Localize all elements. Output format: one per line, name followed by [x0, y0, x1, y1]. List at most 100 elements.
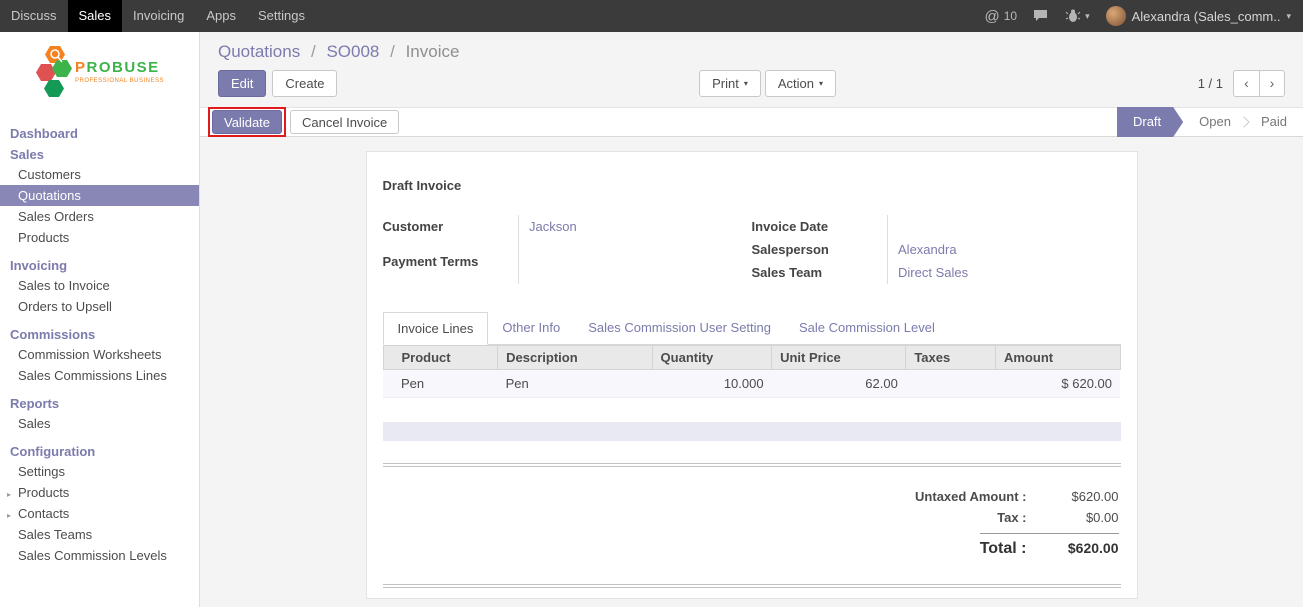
- topmenu-invoicing[interactable]: Invoicing: [122, 0, 195, 32]
- caret-right-icon: ▸: [7, 508, 11, 523]
- sidebar-section-dashboard[interactable]: Dashboard: [0, 122, 199, 143]
- sidebar-item-products-config[interactable]: ▸Products: [0, 482, 199, 503]
- logo-subtitle: PROFESSIONAL BUSINESS: [75, 78, 164, 84]
- chevron-right-icon: ›: [1270, 75, 1275, 91]
- sidebar-item-sales-to-invoice[interactable]: Sales to Invoice: [0, 275, 199, 296]
- logo-text: PROBUSE PROFESSIONAL BUSINESS: [75, 60, 164, 84]
- cell-description: Pen: [498, 370, 652, 398]
- breadcrumb-so008[interactable]: SO008: [326, 42, 379, 61]
- validate-button[interactable]: Validate: [212, 110, 282, 134]
- sidebar-section-sales[interactable]: Sales: [0, 143, 199, 164]
- stage-paid[interactable]: Paid: [1245, 107, 1303, 137]
- invoice-lines-table: Product Description Quantity Unit Price …: [383, 345, 1121, 398]
- sidebar-item-sales-orders[interactable]: Sales Orders: [0, 206, 199, 227]
- doc-title: Draft Invoice: [383, 178, 1121, 193]
- caret-down-icon: ▾: [819, 79, 823, 88]
- cell-unit-price: 62.00: [772, 370, 906, 398]
- create-button[interactable]: Create: [272, 70, 337, 97]
- col-description[interactable]: Description: [498, 346, 652, 370]
- total-row: Total : $620.00: [980, 533, 1119, 558]
- print-dropdown[interactable]: Print▾: [699, 70, 761, 97]
- tab-sale-commission-level[interactable]: Sale Commission Level: [785, 312, 949, 344]
- pager-buttons: ‹ ›: [1233, 70, 1285, 97]
- main-content: Quotations / SO008 / Invoice Edit Create…: [200, 32, 1303, 607]
- caret-down-icon: ▾: [1286, 11, 1291, 22]
- breadcrumb-quotations[interactable]: Quotations: [218, 42, 300, 61]
- cell-amount: $ 620.00: [995, 370, 1120, 398]
- customer-label: Customer: [383, 215, 519, 250]
- tab-sales-commission-user-setting[interactable]: Sales Commission User Setting: [574, 312, 785, 344]
- invoice-line-row[interactable]: Pen Pen 10.000 62.00 $ 620.00: [383, 370, 1120, 398]
- avatar: [1106, 6, 1126, 26]
- sidebar-item-settings[interactable]: Settings: [0, 461, 199, 482]
- topmenu-sales[interactable]: Sales: [68, 0, 123, 32]
- sidebar-item-orders-to-upsell[interactable]: Orders to Upsell: [0, 296, 199, 317]
- logo-title: PROBUSE: [75, 60, 164, 75]
- sidebar-item-customers[interactable]: Customers: [0, 164, 199, 185]
- topbar: Discuss Sales Invoicing Apps Settings @ …: [0, 0, 1303, 32]
- tab-other-info[interactable]: Other Info: [488, 312, 574, 344]
- total-value: $620.00: [1027, 540, 1119, 556]
- pager-prev-button[interactable]: ‹: [1233, 70, 1259, 97]
- empty-row-stripe: [383, 422, 1121, 441]
- messages-systray[interactable]: [1033, 9, 1049, 23]
- sidebar-section-configuration[interactable]: Configuration: [0, 440, 199, 461]
- action-label: Action: [778, 76, 814, 91]
- sidebar-section-invoicing[interactable]: Invoicing: [0, 254, 199, 275]
- top-menu: Discuss Sales Invoicing Apps Settings: [0, 0, 316, 32]
- notebook-tabs: Invoice Lines Other Info Sales Commissio…: [383, 312, 1121, 345]
- mentions-systray[interactable]: @ 10: [985, 9, 1018, 24]
- control-panel: Edit Create Print▾ Action ▾ 1 / 1 ‹ ›: [218, 70, 1285, 97]
- topmenu-apps[interactable]: Apps: [195, 0, 247, 32]
- col-taxes[interactable]: Taxes: [906, 346, 996, 370]
- sidebar-item-sales-teams[interactable]: Sales Teams: [0, 524, 199, 545]
- debug-systray[interactable]: ▾: [1065, 9, 1090, 23]
- stage-draft[interactable]: Draft: [1117, 107, 1183, 137]
- sidebar-item-sales-report[interactable]: Sales: [0, 413, 199, 434]
- invoice-sheet: Draft Invoice Customer Jackson Payment T…: [366, 151, 1138, 599]
- action-dropdown[interactable]: Action ▾: [765, 70, 836, 97]
- caret-down-icon: ▾: [744, 79, 748, 88]
- chat-bubble-icon: [1033, 9, 1049, 23]
- cell-product: Pen: [383, 370, 498, 398]
- sidebar-item-sales-commission-levels[interactable]: Sales Commission Levels: [0, 545, 199, 566]
- app-logo[interactable]: PROBUSE PROFESSIONAL BUSINESS: [0, 32, 199, 112]
- sidebar-section-commissions[interactable]: Commissions: [0, 323, 199, 344]
- form-statusbar: Validate Cancel Invoice Draft Open Paid: [200, 107, 1303, 137]
- sidebar-item-products[interactable]: Products: [0, 227, 199, 248]
- user-menu[interactable]: Alexandra (Sales_comm.. ▾: [1106, 6, 1291, 26]
- sidebar: PROBUSE PROFESSIONAL BUSINESS Dashboard …: [0, 32, 200, 607]
- topmenu-settings[interactable]: Settings: [247, 0, 316, 32]
- invoice-date-label: Invoice Date: [752, 215, 888, 238]
- salesperson-value[interactable]: Alexandra: [888, 238, 1121, 261]
- bug-icon: [1065, 9, 1081, 23]
- notebook: Invoice Lines Other Info Sales Commissio…: [383, 312, 1121, 588]
- cell-taxes: [906, 370, 996, 398]
- pager-next-button[interactable]: ›: [1259, 70, 1285, 97]
- probuse-logo-icon: [36, 44, 72, 100]
- sales-team-value[interactable]: Direct Sales: [888, 261, 1121, 284]
- cancel-invoice-button[interactable]: Cancel Invoice: [290, 110, 399, 134]
- customer-value[interactable]: Jackson: [519, 215, 738, 250]
- pager-value: 1 / 1: [1198, 76, 1223, 91]
- topmenu-discuss[interactable]: Discuss: [0, 0, 68, 32]
- col-quantity[interactable]: Quantity: [652, 346, 772, 370]
- user-name: Alexandra (Sales_comm..: [1132, 9, 1281, 24]
- untaxed-amount-label: Untaxed Amount :: [915, 489, 1026, 504]
- invoice-date-value: [888, 215, 1121, 238]
- status-stages: Draft Open Paid: [1117, 107, 1303, 137]
- cp-left-buttons: Edit Create: [218, 70, 337, 97]
- tab-invoice-lines[interactable]: Invoice Lines: [383, 312, 489, 345]
- col-unit-price[interactable]: Unit Price: [772, 346, 906, 370]
- sidebar-item-contacts[interactable]: ▸Contacts: [0, 503, 199, 524]
- sidebar-item-label: Products: [18, 485, 69, 500]
- sidebar-item-sales-commissions-lines[interactable]: Sales Commissions Lines: [0, 365, 199, 386]
- sidebar-item-quotations[interactable]: Quotations: [0, 185, 199, 206]
- sidebar-section-reports[interactable]: Reports: [0, 392, 199, 413]
- sidebar-item-commission-worksheets[interactable]: Commission Worksheets: [0, 344, 199, 365]
- col-product[interactable]: Product: [383, 346, 498, 370]
- right-field-group: Invoice Date Salesperson Alexandra Sales…: [752, 215, 1121, 284]
- edit-button[interactable]: Edit: [218, 70, 266, 97]
- col-amount[interactable]: Amount: [995, 346, 1120, 370]
- tax-value: $0.00: [1027, 510, 1119, 525]
